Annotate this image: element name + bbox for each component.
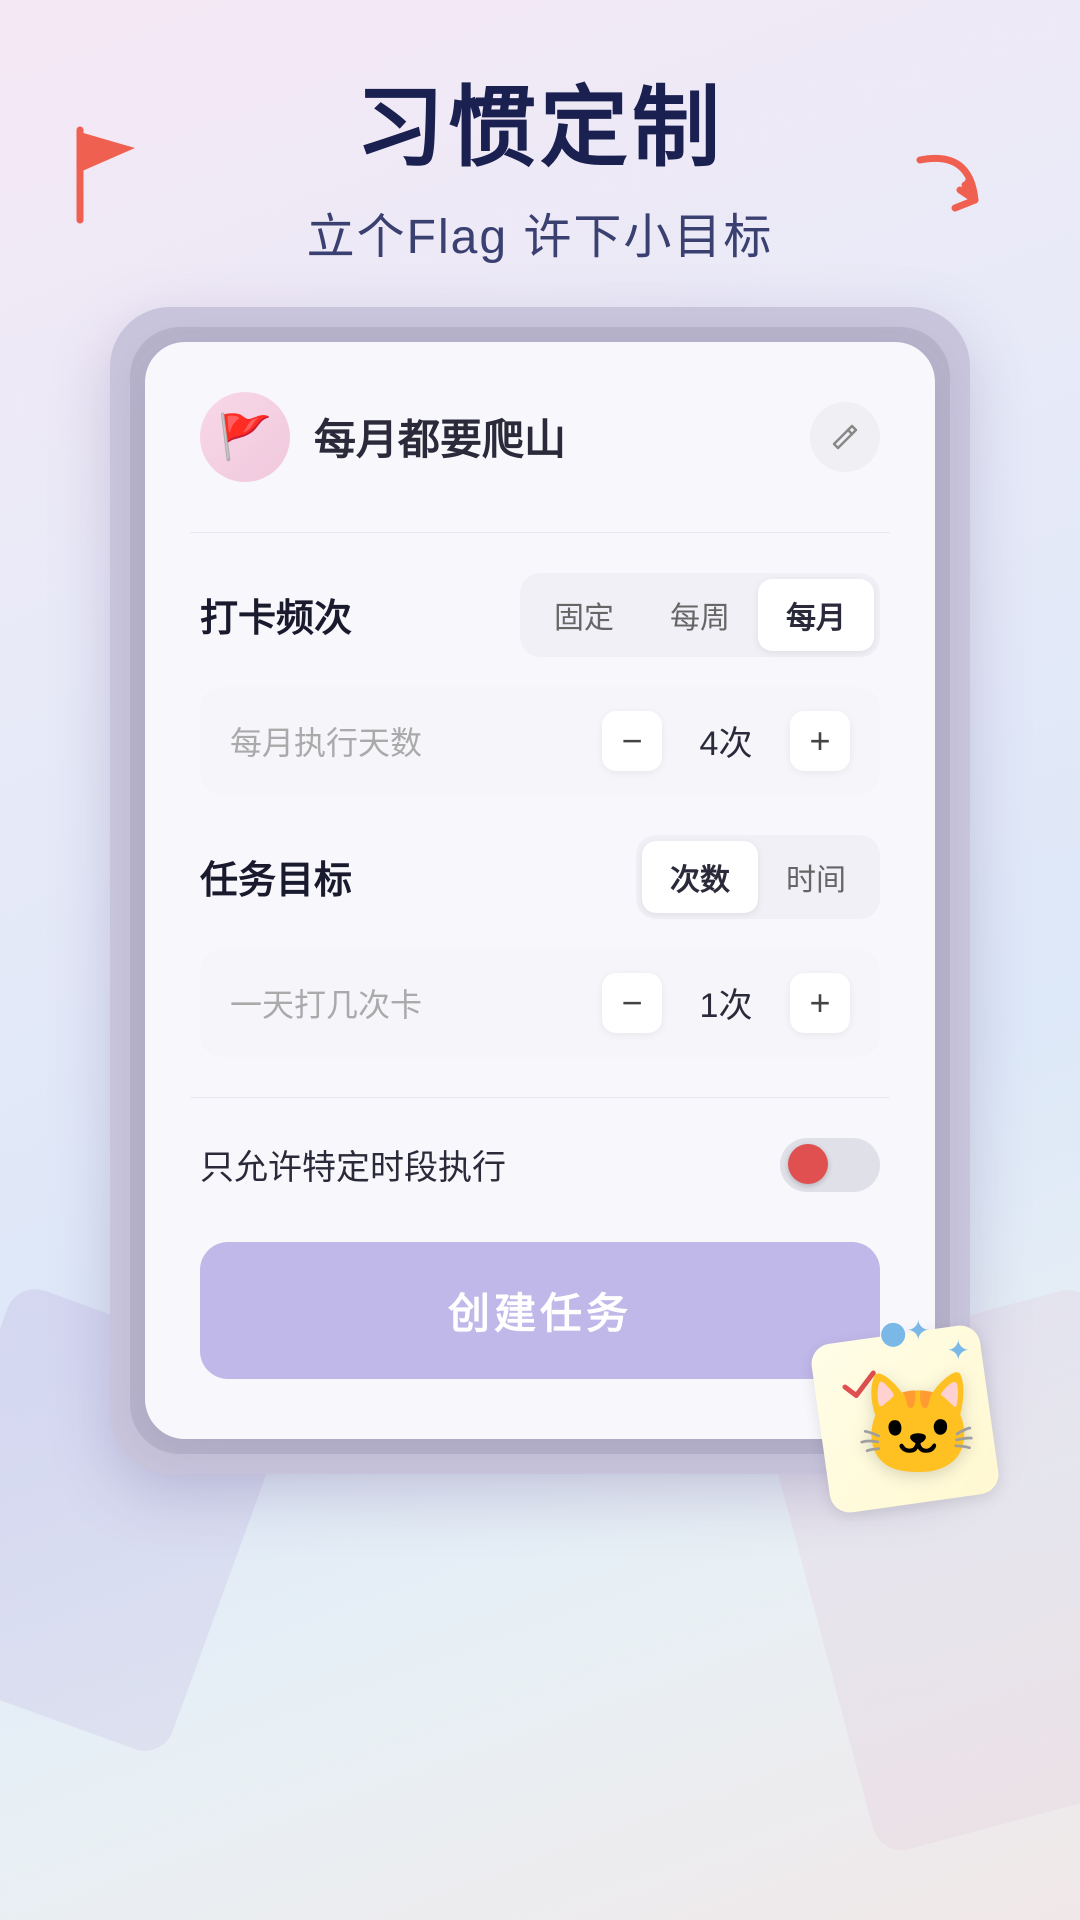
device-inner: 🚩 每月都要爬山 打卡频次 固定 每周 每月 [130,327,950,1454]
divider-1 [190,532,890,533]
page-header: 习惯定制 立个Flag 许下小目标 [0,0,1080,307]
monthly-days-increase[interactable]: + [790,711,850,771]
monthly-days-row: 每月执行天数 − 4次 + [200,687,880,795]
frequency-section: 打卡频次 固定 每周 每月 [200,573,880,657]
habit-icon: 🚩 [200,392,290,482]
frequency-option-weekly[interactable]: 每周 [642,579,758,651]
daily-count-label: 一天打几次卡 [230,980,422,1026]
frequency-option-monthly[interactable]: 每月 [758,579,874,651]
daily-count-stepper: − 1次 + [602,973,850,1033]
frequency-label: 打卡频次 [200,587,352,642]
daily-count-increase[interactable]: + [790,973,850,1033]
daily-count-value: 1次 [686,978,766,1027]
monthly-days-label: 每月执行天数 [230,718,422,764]
cat-figure: 🐱 [855,1367,980,1484]
monthly-days-value: 4次 [686,716,766,765]
task-goal-section: 任务目标 次数 时间 [200,835,880,919]
daily-count-row: 一天打几次卡 − 1次 + [200,949,880,1057]
time-restriction-toggle[interactable] [780,1138,880,1192]
task-goal-btn-group: 次数 时间 [636,835,880,919]
habit-card: 🚩 每月都要爬山 打卡频次 固定 每周 每月 [145,342,935,1439]
toggle-knob [788,1144,828,1184]
sparkle-1: ✦ [907,1314,930,1347]
habit-header: 🚩 每月都要爬山 [200,392,880,482]
time-restriction-row: 只允许特定时段执行 [200,1138,880,1192]
flag-decoration [60,120,150,247]
divider-2 [190,1097,890,1098]
create-task-button[interactable]: 创建任务 [200,1242,880,1379]
time-restriction-label: 只允许特定时段执行 [200,1140,506,1189]
monthly-days-decrease[interactable]: − [602,711,662,771]
habit-name: 每月都要爬山 [314,406,810,467]
cat-mascot: ✦ ✦ 🐱 [790,1304,990,1504]
task-goal-label: 任务目标 [200,849,352,904]
arrow-decoration [900,140,1000,240]
device-frame: 🚩 每月都要爬山 打卡频次 固定 每周 每月 [110,307,970,1474]
edit-button[interactable] [810,402,880,472]
frequency-option-fixed[interactable]: 固定 [526,579,642,651]
task-goal-option-count[interactable]: 次数 [642,841,758,913]
task-goal-option-time[interactable]: 时间 [758,841,874,913]
daily-count-decrease[interactable]: − [602,973,662,1033]
frequency-btn-group: 固定 每周 每月 [520,573,880,657]
sparkle-2: ✦ [947,1334,970,1367]
monthly-days-stepper: − 4次 + [602,711,850,771]
